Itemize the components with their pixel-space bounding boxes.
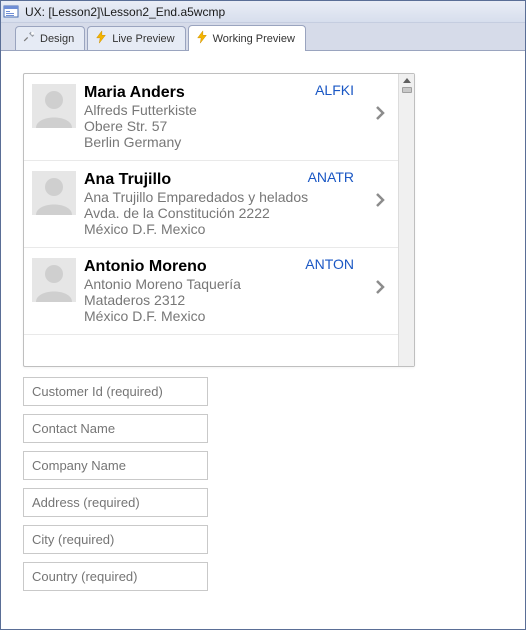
customer-code: ANATR	[308, 169, 354, 185]
city-country: México D.F. Mexico	[84, 221, 390, 237]
list-scrollbar[interactable]	[398, 74, 414, 366]
city-country: Berlin Germany	[84, 134, 390, 150]
company-name-field[interactable]	[23, 451, 208, 480]
tools-icon	[22, 30, 36, 47]
company-name: Ana Trujillo Emparedados y helados	[84, 189, 390, 205]
list-item[interactable]: Ana Trujillo Ana Trujillo Emparedados y …	[24, 161, 398, 248]
content-pane: Maria Anders Alfreds Futterkiste Obere S…	[1, 51, 525, 629]
chevron-right-icon	[374, 191, 386, 212]
address-line: Mataderos 2312	[84, 292, 390, 308]
avatar	[32, 84, 76, 128]
tab-label: Working Preview	[213, 33, 295, 45]
scroll-up-icon[interactable]	[403, 78, 411, 83]
address-line: Obere Str. 57	[84, 118, 390, 134]
tab-label: Live Preview	[112, 33, 174, 45]
avatar	[32, 258, 76, 302]
chevron-right-icon	[374, 104, 386, 125]
customer-id-field[interactable]	[23, 377, 208, 406]
company-name: Alfreds Futterkiste	[84, 102, 390, 118]
window-title: UX: [Lesson2]\Lesson2_End.a5wcmp	[25, 5, 225, 19]
tab-working-preview[interactable]: Working Preview	[188, 25, 306, 51]
customer-code: ALFKI	[315, 82, 354, 98]
window-icon	[3, 4, 19, 20]
scroll-handle[interactable]	[402, 87, 412, 93]
customer-list: Maria Anders Alfreds Futterkiste Obere S…	[23, 73, 415, 367]
city-country: México D.F. Mexico	[84, 308, 390, 324]
list-item[interactable]: Maria Anders Alfreds Futterkiste Obere S…	[24, 74, 398, 161]
list-item[interactable]: Antonio Moreno Antonio Moreno Taquería M…	[24, 248, 398, 335]
detail-form	[23, 377, 223, 599]
customer-code: ANTON	[305, 256, 354, 272]
contact-name-field[interactable]	[23, 414, 208, 443]
tab-label: Design	[40, 33, 74, 45]
chevron-right-icon	[374, 278, 386, 299]
country-field[interactable]	[23, 562, 208, 591]
tab-design[interactable]: Design	[15, 26, 85, 50]
tab-live-preview[interactable]: Live Preview	[87, 26, 185, 50]
city-field[interactable]	[23, 525, 208, 554]
address-field[interactable]	[23, 488, 208, 517]
avatar	[32, 171, 76, 215]
address-line: Avda. de la Constitución 2222	[84, 205, 390, 221]
window-titlebar: UX: [Lesson2]\Lesson2_End.a5wcmp	[1, 1, 525, 23]
customer-list-body[interactable]: Maria Anders Alfreds Futterkiste Obere S…	[24, 74, 398, 366]
lightning-icon	[94, 30, 108, 47]
view-tabstrip: Design Live Preview Working Preview	[1, 23, 525, 51]
company-name: Antonio Moreno Taquería	[84, 276, 390, 292]
lightning-icon	[195, 30, 209, 47]
